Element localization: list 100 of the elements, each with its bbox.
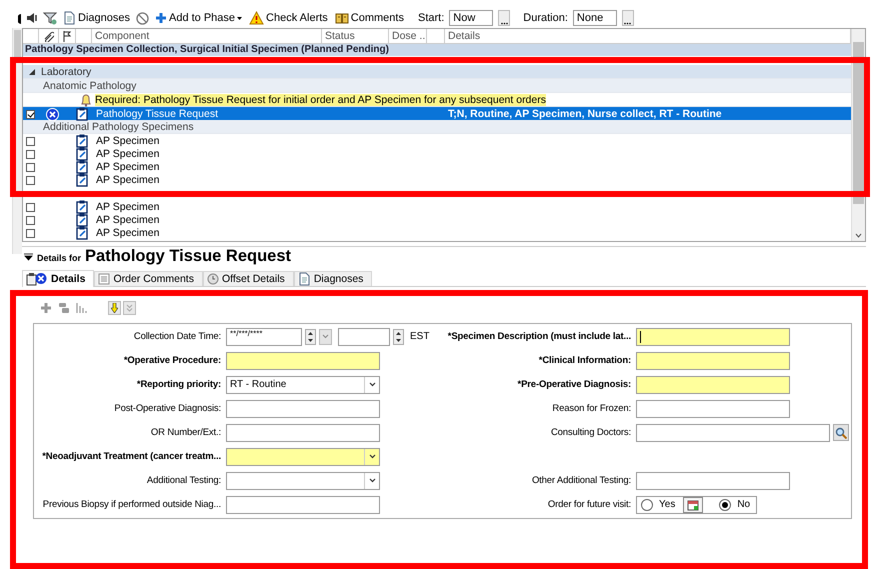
- document-icon: [63, 11, 76, 25]
- clipboard-icon: [76, 147, 88, 161]
- spinner-arrows-icon: [396, 330, 401, 342]
- text-field[interactable]: [636, 424, 830, 442]
- field-label: *Neoadjuvant Treatment (cancer treatm...: [42, 451, 221, 462]
- component-column-header[interactable]: Component: [92, 29, 322, 43]
- text-field[interactable]: [226, 400, 380, 418]
- field-label: Reason for Frozen:: [552, 403, 631, 414]
- speaker-icon[interactable]: [26, 12, 38, 24]
- order-checkbox[interactable]: [26, 150, 35, 158]
- details-tab-icon: [26, 272, 48, 286]
- plus-icon: [154, 12, 167, 24]
- category-row[interactable]: Laboratory: [23, 65, 851, 79]
- order-row[interactable]: AP Specimen: [23, 200, 851, 213]
- order-checkbox[interactable]: [26, 228, 35, 238]
- start-picker-button[interactable]: [498, 10, 510, 26]
- subcategory-row: Anatomic Pathology: [23, 79, 851, 93]
- clipboard-icon: [76, 173, 88, 187]
- dose-column-header[interactable]: Dose ...: [389, 29, 427, 43]
- start-field[interactable]: Now: [449, 10, 494, 26]
- clipboard-icon: [76, 160, 88, 174]
- scrollbar-thumb[interactable]: [14, 30, 21, 60]
- timezone-label: EST: [410, 331, 430, 342]
- order-component: AP Specimen: [95, 213, 160, 227]
- dropdown-field[interactable]: [226, 448, 380, 466]
- status-column-header[interactable]: Status: [322, 29, 389, 43]
- field-label: *Operative Procedure:: [124, 355, 221, 366]
- dropdown-field[interactable]: [226, 472, 380, 490]
- duration-label: Duration:: [523, 12, 568, 24]
- prohibited-icon[interactable]: [136, 12, 149, 24]
- dots-icon: [624, 22, 632, 25]
- order-row[interactable]: AP Specimen: [23, 226, 851, 239]
- text-field[interactable]: [226, 496, 380, 514]
- text-field[interactable]: [636, 352, 790, 370]
- time-field[interactable]: [338, 328, 390, 346]
- calendar-button[interactable]: [683, 496, 704, 512]
- clipboard-icon: [76, 134, 88, 148]
- date-spinner[interactable]: [305, 328, 316, 344]
- order-comments-tab[interactable]: Order Comments: [94, 271, 203, 286]
- order-details: T;N, Routine, AP Specimen, Nurse collect, RT - Routine: [447, 108, 722, 120]
- clipboard-icon: [76, 200, 88, 214]
- diagnoses-tab[interactable]: Diagnoses: [294, 271, 372, 286]
- radio-option[interactable]: No: [719, 498, 750, 510]
- chevron-down-icon: [322, 334, 329, 339]
- order-row[interactable]: AP Specimen: [23, 147, 851, 160]
- comments-button[interactable]: Comments: [334, 12, 405, 24]
- clipboard-icon: [76, 226, 88, 240]
- text-field[interactable]: [226, 424, 380, 442]
- order-checkbox[interactable]: [26, 176, 35, 184]
- add-icon: [40, 302, 52, 314]
- text-field[interactable]: [636, 328, 790, 346]
- order-component: AP Specimen: [95, 160, 160, 174]
- details-tab[interactable]: Details: [22, 270, 94, 287]
- field-label: *Reporting priority:: [136, 379, 221, 390]
- expand-arrow-icon[interactable]: [29, 68, 35, 74]
- order-component: Pathology Tissue Request: [95, 107, 219, 121]
- order-checkbox[interactable]: [26, 110, 35, 118]
- order-row[interactable]: AP Specimen: [23, 134, 851, 147]
- down-arrow-icon: [111, 303, 118, 313]
- category-label: Laboratory: [41, 66, 92, 78]
- radio-option[interactable]: Yes: [641, 498, 676, 510]
- details-prefix: Details for: [37, 253, 82, 263]
- order-row[interactable]: AP Specimen: [23, 213, 851, 226]
- search-button[interactable]: [833, 424, 849, 441]
- list-icon: [98, 273, 110, 285]
- dropdown-field[interactable]: RT - Routine: [226, 376, 380, 394]
- order-checkbox[interactable]: [26, 162, 35, 172]
- order-row[interactable]: AP Specimen: [23, 160, 851, 173]
- collapse-arrow-icon[interactable]: [24, 253, 33, 261]
- date-field[interactable]: **/***/****: [226, 328, 302, 346]
- text-field[interactable]: [636, 376, 790, 394]
- order-checkbox[interactable]: [26, 216, 35, 224]
- duration-field[interactable]: None: [572, 10, 617, 26]
- text-field[interactable]: [636, 472, 790, 490]
- move-down-button[interactable]: [108, 301, 121, 315]
- funnel-icon[interactable]: [43, 11, 57, 25]
- check-alerts-button[interactable]: Check Alerts: [248, 11, 329, 25]
- clock-icon: [206, 273, 219, 285]
- order-row[interactable]: Pathology Tissue Request T;N, Routine, AP Specimen, Nurse collect, RT - Routine: [23, 107, 851, 120]
- add-to-phase-button[interactable]: Add to Phase: [154, 12, 244, 24]
- duration-picker-button[interactable]: [622, 10, 634, 26]
- search-icon: [835, 426, 847, 438]
- text-field[interactable]: [226, 352, 380, 370]
- splitter-handle-icon[interactable]: [18, 14, 22, 24]
- time-spinner[interactable]: [393, 328, 404, 344]
- order-component: AP Specimen: [95, 226, 160, 240]
- order-checkbox[interactable]: [26, 202, 35, 212]
- field-label: *Specimen Description (must include lat...: [448, 331, 631, 342]
- order-checkbox[interactable]: [26, 136, 35, 146]
- scrollbar-thumb[interactable]: [853, 42, 864, 204]
- diagnoses-button[interactable]: Diagnoses: [62, 11, 131, 25]
- field-label: *Clinical Information:: [538, 355, 631, 366]
- document-icon: [298, 272, 311, 286]
- field-label: *Pre-Operative Diagnosis:: [518, 379, 631, 390]
- book-icon: [334, 12, 349, 24]
- phase-header: Pathology Specimen Collection, Surgical Initial Specimen (Planned Pending): [23, 44, 851, 56]
- offset-details-tab[interactable]: Offset Details: [202, 271, 294, 286]
- text-field[interactable]: [636, 400, 790, 418]
- order-row[interactable]: AP Specimen: [23, 173, 851, 186]
- bar-chart-icon: [76, 302, 88, 314]
